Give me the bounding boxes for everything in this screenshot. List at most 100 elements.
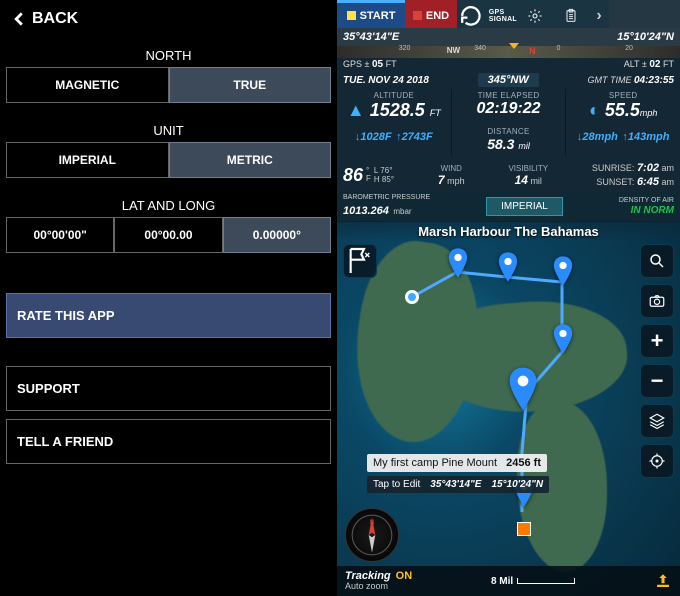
more-button[interactable]: ›	[589, 0, 609, 28]
density-label: DENSITY OF AIR	[619, 197, 674, 205]
zoom-out-button[interactable]: −	[640, 364, 674, 398]
sunset-unit: am	[661, 177, 674, 187]
compass-rose[interactable]: N	[345, 508, 399, 562]
tracking-status[interactable]: Tracking ON Auto zoom	[345, 571, 412, 591]
altitude-unit: FT	[430, 108, 441, 118]
start-label: START	[360, 10, 396, 22]
weekday: TUE.	[343, 75, 366, 86]
map-side-tools: + −	[640, 244, 674, 478]
gps-signal-button[interactable]: GPSSIGNAL	[457, 0, 517, 28]
altitude-value: 1528.5	[370, 100, 425, 120]
search-button[interactable]	[640, 244, 674, 278]
map-pin[interactable]	[447, 248, 469, 278]
signal-label: SIGNAL	[489, 16, 517, 23]
tracking-state: ON	[396, 570, 413, 582]
sunrise-label: SUNRISE:	[592, 163, 635, 173]
back-label: BACK	[32, 10, 78, 28]
vis-unit: mil	[530, 176, 542, 186]
rate-app-button[interactable]: RATE THIS APP	[6, 293, 331, 338]
map-title: Marsh Harbour The Bahamas	[337, 222, 680, 241]
waypoint-lat: 35°43'14"E	[430, 479, 481, 490]
start-indicator-icon	[347, 11, 356, 20]
waypoint-lon: 15°10'24"N	[491, 479, 543, 490]
alt-max: ↑2743F	[396, 131, 433, 143]
distance-value: 58.3	[487, 136, 514, 152]
waypoint-name: My first camp Pine Mount	[373, 457, 497, 469]
gps-acc-label: GPS ±	[343, 59, 369, 69]
unit-option-imperial[interactable]: IMPERIAL	[6, 142, 169, 178]
chevron-left-icon	[12, 12, 26, 26]
elapsed-label: TIME ELAPSED	[454, 91, 564, 100]
date: NOV 24 2018	[368, 75, 429, 86]
unit-option-metric[interactable]: METRIC	[169, 142, 332, 178]
log-button[interactable]	[553, 0, 589, 28]
current-location-dot[interactable]	[405, 290, 419, 304]
settings-button[interactable]	[517, 0, 553, 28]
latlong-section-label: LAT AND LONG	[0, 198, 337, 213]
destination-marker-icon	[517, 522, 531, 536]
main-stats-row: ALTITUDE ▲ 1528.5 FT TIME ELAPSED 02:19:…	[337, 89, 680, 125]
altitude-cell: ALTITUDE ▲ 1528.5 FT	[337, 89, 452, 125]
weather-row: 86 ° F L 76°H 85° WIND7 mph VISIBILITY14…	[337, 159, 680, 192]
zoom-in-button[interactable]: +	[640, 324, 674, 358]
north-section-label: NORTH	[0, 48, 337, 63]
layers-button[interactable]	[640, 404, 674, 438]
chevron-right-icon: ›	[596, 7, 601, 25]
scale-bar: 8 Mil	[491, 576, 575, 587]
map-pin[interactable]	[552, 324, 574, 354]
end-indicator-icon	[413, 11, 422, 20]
wind-unit: mph	[447, 176, 465, 186]
temp-low: L 76°	[374, 166, 394, 176]
waypoint-edit-row[interactable]: Tap to Edit 35°43'14"E 15°10'24"N	[367, 476, 549, 493]
distance-label: DISTANCE	[454, 127, 564, 136]
end-button[interactable]: END	[405, 0, 457, 28]
search-icon	[648, 252, 666, 270]
wind-label: WIND	[441, 164, 462, 173]
map-pin[interactable]	[552, 256, 574, 286]
vis-value: 14	[515, 173, 528, 187]
sunset-label: SUNSET:	[596, 177, 634, 187]
tell-friend-button[interactable]: TELL A FRIEND	[6, 419, 331, 464]
start-button[interactable]: START	[337, 0, 405, 28]
clipboard-icon	[563, 8, 579, 24]
flag-icon	[344, 245, 376, 277]
waypoint-label[interactable]: My first camp Pine Mount 2456 ft	[367, 454, 547, 472]
unit-segmented: IMPERIAL METRIC	[6, 142, 331, 178]
north-option-true[interactable]: TRUE	[169, 67, 332, 103]
back-button[interactable]: BACK	[0, 0, 337, 38]
gps-acc-unit: FT	[386, 59, 397, 69]
map-pin[interactable]	[497, 252, 519, 282]
scale-value: 8 Mil	[491, 576, 513, 587]
ruler-nw: NW	[447, 46, 460, 55]
mountain-icon: ▲	[347, 100, 365, 120]
latlong-option-dms[interactable]: 00°00'00"	[6, 217, 114, 253]
camera-button[interactable]	[640, 284, 674, 318]
map-pin-selected[interactable]	[507, 367, 539, 411]
minmax-row: ↓1028F ↑2743F DISTANCE 58.3 mil ↓28mph ↑…	[337, 125, 680, 159]
support-button[interactable]: SUPPORT	[6, 366, 331, 411]
end-label: END	[426, 10, 449, 22]
waypoint-flag-button[interactable]	[343, 244, 377, 278]
imperial-toggle[interactable]: IMPERIAL	[486, 197, 563, 216]
map-view[interactable]: My first camp Pine Mount 2456 ft Tap to …	[337, 222, 680, 596]
distance-cell: DISTANCE 58.3 mil	[452, 125, 567, 156]
north-option-magnetic[interactable]: MAGNETIC	[6, 67, 169, 103]
gmt-value: 04:23:55	[634, 75, 674, 86]
camera-icon	[648, 292, 666, 310]
sunset-value: 6:45	[637, 176, 659, 188]
compass-ruler[interactable]: 320 340 0 20 NW N	[337, 46, 680, 58]
latlong-option-dm[interactable]: 00°00.00	[114, 217, 222, 253]
compass-icon: N	[350, 513, 394, 557]
locate-button[interactable]	[640, 444, 674, 478]
speed-min: ↓28mph	[577, 131, 618, 143]
alt-min: ↓1028F	[355, 131, 392, 143]
latlong-option-decimal[interactable]: 0.00000°	[223, 217, 331, 253]
temp-value: 86	[343, 165, 363, 186]
pressure-value: 1013.264	[343, 205, 389, 217]
density-value: IN NORM	[619, 205, 674, 216]
longitude-readout: 15°10'24"N	[617, 31, 674, 43]
sunrise-unit: am	[661, 163, 674, 173]
bearing-readout: 345°NW	[478, 73, 539, 87]
alt-acc-value: 02	[649, 59, 660, 70]
share-icon[interactable]	[654, 572, 672, 590]
